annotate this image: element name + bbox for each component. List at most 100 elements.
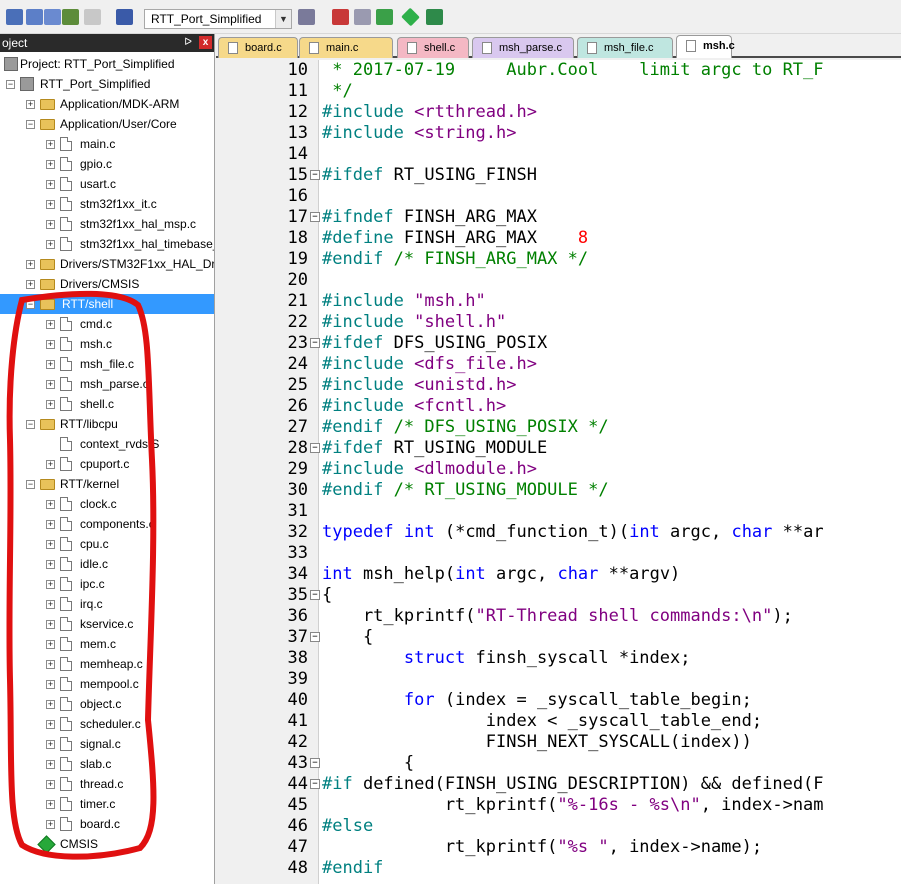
target-select[interactable]: RTT_Port_Simplified ▼ [144,9,292,29]
expand-icon[interactable]: + [46,760,55,769]
code-line[interactable]: 37− { [216,627,901,648]
tree-file-item[interactable]: + stm32f1xx_hal_timebase_ [0,234,214,254]
collapse-icon[interactable]: − [6,80,15,89]
expand-icon[interactable]: + [46,180,55,189]
tree-file-item[interactable]: + shell.c [0,394,214,414]
tree-folder-item[interactable]: − RTT/libcpu [0,414,214,434]
code-line[interactable]: 22 #include "shell.h" [216,312,901,333]
tree-file-item[interactable]: + ipc.c [0,574,214,594]
code-line[interactable]: 36 rt_kprintf("RT-Thread shell commands:… [216,606,901,627]
expand-icon[interactable]: + [46,400,55,409]
tree-target-item[interactable]: − RTT_Port_Simplified [0,74,214,94]
tree-file-item[interactable]: + main.c [0,134,214,154]
expand-icon[interactable]: + [46,380,55,389]
tree-folder-item[interactable]: − Application/User/Core [0,114,214,134]
code-line[interactable]: 18 #define FINSH_ARG_MAX 8 [216,228,901,249]
tree-file-item[interactable]: + idle.c [0,554,214,574]
fold-toggle-icon[interactable]: − [310,779,320,789]
expand-icon[interactable]: + [46,520,55,529]
expand-icon[interactable]: + [46,160,55,169]
tree-file-item[interactable]: + usart.c [0,174,214,194]
tree-file-item[interactable]: + msh_file.c [0,354,214,374]
select-pack-icon[interactable] [376,9,393,25]
pack-installer-icon[interactable] [354,9,371,25]
editor-tab[interactable]: board.c [218,37,298,58]
fold-toggle-icon[interactable]: − [310,338,320,348]
code-line[interactable]: 16 [216,186,901,207]
expand-icon[interactable]: + [26,280,35,289]
expand-icon[interactable]: + [26,100,35,109]
expand-icon[interactable]: + [46,660,55,669]
pin-icon[interactable]: ᐅ [184,34,192,52]
code-line[interactable]: 30 #endif /* RT_USING_MODULE */ [216,480,901,501]
tree-file-item[interactable]: + object.c [0,694,214,714]
code-line[interactable]: 27 #endif /* DFS_USING_POSIX */ [216,417,901,438]
fold-toggle-icon[interactable]: − [310,758,320,768]
code-editor[interactable]: 10 * 2017-07-19 Aubr.Cool limit argc to … [216,60,901,884]
collapse-icon[interactable]: − [26,300,35,309]
code-line[interactable]: 33 [216,543,901,564]
tree-file-item[interactable]: + msh_parse.c [0,374,214,394]
code-line[interactable]: 32 typedef int (*cmd_function_t)(int argc… [216,522,901,543]
tree-file-item[interactable]: + timer.c [0,794,214,814]
magic-wand-icon[interactable] [298,9,315,25]
code-line[interactable]: 41 index < _syscall_table_end; [216,711,901,732]
expand-icon[interactable]: + [46,780,55,789]
expand-icon[interactable]: + [46,820,55,829]
code-line[interactable]: 26 #include <fcntl.h> [216,396,901,417]
tree-cmsis-item[interactable]: CMSIS [0,834,214,854]
code-line[interactable]: 20 [216,270,901,291]
fold-toggle-icon[interactable]: − [310,443,320,453]
tree-file-item[interactable]: + mempool.c [0,674,214,694]
editor-tab[interactable]: msh.c [676,35,735,58]
stack-icon[interactable] [62,9,79,25]
code-line[interactable]: 23− #ifdef DFS_USING_POSIX [216,333,901,354]
code-line[interactable]: 40 for (index = _syscall_table_begin; [216,690,901,711]
code-line[interactable]: 13 #include <string.h> [216,123,901,144]
expand-icon[interactable]: + [46,580,55,589]
manage-components-icon[interactable] [332,9,349,25]
tree-file-item[interactable]: + slab.c [0,754,214,774]
code-line[interactable]: 35−{ [216,585,901,606]
editor-tab[interactable]: shell.c [397,37,469,58]
tree-file-item[interactable]: context_rvds.S [0,434,214,454]
disabled-icon[interactable] [84,9,101,25]
collapse-icon[interactable]: − [26,480,35,489]
code-line[interactable]: 19 #endif /* FINSH_ARG_MAX */ [216,249,901,270]
chevron-down-icon[interactable]: ▼ [275,10,291,28]
expand-icon[interactable]: + [46,560,55,569]
code-line[interactable]: 44− #if defined(FINSH_USING_DESCRIPTION) … [216,774,901,795]
tree-file-item[interactable]: + mem.c [0,634,214,654]
code-line[interactable]: 31 [216,501,901,522]
tree-file-item[interactable]: + cpuport.c [0,454,214,474]
code-line[interactable]: 46 #else [216,816,901,837]
expand-icon[interactable]: + [46,320,55,329]
code-line[interactable]: 10 * 2017-07-19 Aubr.Cool limit argc to … [216,60,901,81]
tree-file-item[interactable]: + components.c [0,514,214,534]
expand-icon[interactable]: + [46,640,55,649]
tree-file-item[interactable]: + board.c [0,814,214,834]
fold-toggle-icon[interactable]: − [310,632,320,642]
expand-icon[interactable]: + [46,700,55,709]
code-line[interactable]: 11 */ [216,81,901,102]
expand-icon[interactable]: + [46,800,55,809]
tree-file-item[interactable]: + thread.c [0,774,214,794]
expand-icon[interactable]: + [46,220,55,229]
tree-folder-item[interactable]: + Drivers/CMSIS [0,274,214,294]
run-icon[interactable] [426,9,443,25]
tree-folder-item[interactable]: − RTT/shell [0,294,214,314]
editor-tab[interactable]: msh_parse.c [472,37,574,58]
expand-icon[interactable]: + [46,200,55,209]
code-line[interactable]: 28− #ifdef RT_USING_MODULE [216,438,901,459]
expand-icon[interactable]: + [46,340,55,349]
code-line[interactable]: 42 FINSH_NEXT_SYSCALL(index)) [216,732,901,753]
tree-file-item[interactable]: + clock.c [0,494,214,514]
tree-file-item[interactable]: + stm32f1xx_hal_msp.c [0,214,214,234]
expand-icon[interactable]: + [46,360,55,369]
tree-file-item[interactable]: + gpio.c [0,154,214,174]
tree-file-item[interactable]: + memheap.c [0,654,214,674]
tree-file-item[interactable]: + kservice.c [0,614,214,634]
code-line[interactable]: 14 [216,144,901,165]
expand-icon[interactable]: + [46,140,55,149]
collapse-icon[interactable]: − [26,420,35,429]
